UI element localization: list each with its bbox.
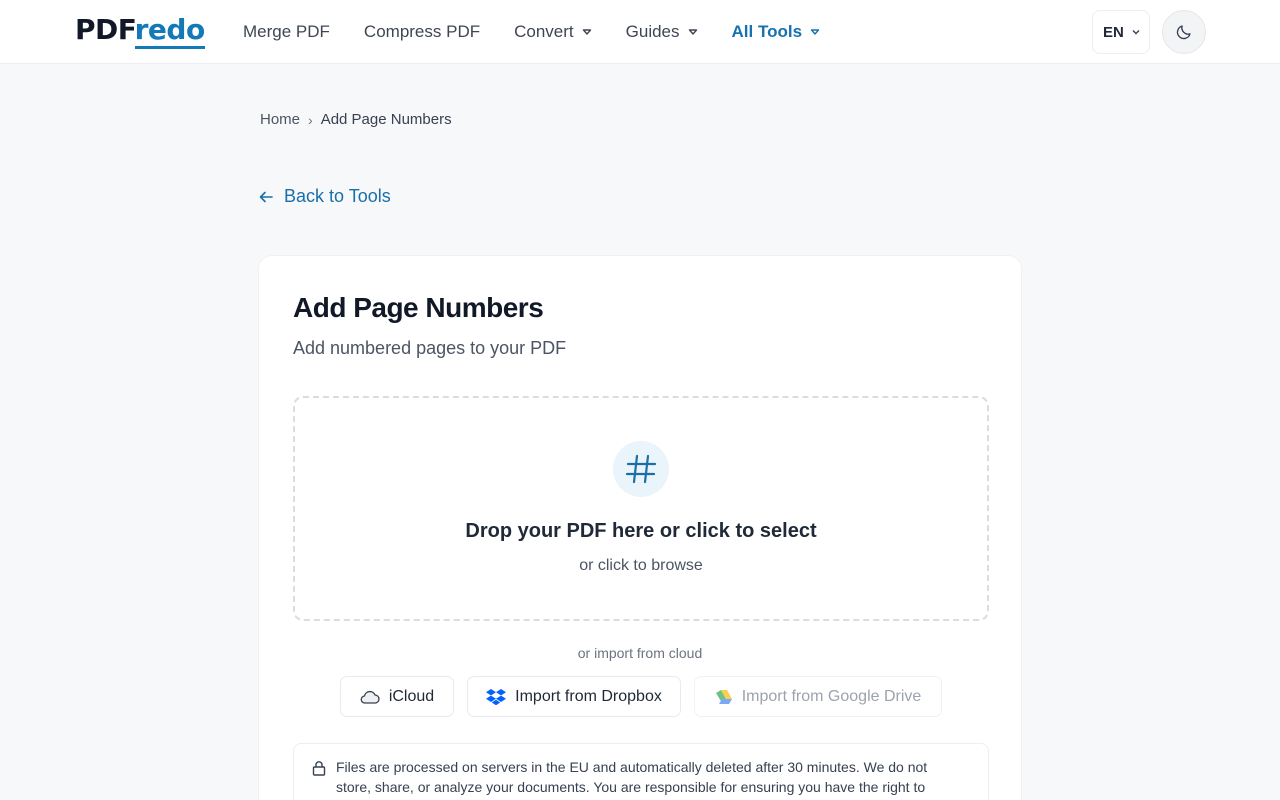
theme-toggle-button[interactable] <box>1162 10 1206 54</box>
moon-icon <box>1176 25 1191 40</box>
nav-guides-label: Guides <box>625 22 680 41</box>
nav-compress-pdf[interactable]: Compress PDF <box>364 22 480 42</box>
cloud-import-label: or import from cloud <box>577 645 703 661</box>
logo-text-pdf: PDF <box>75 13 135 46</box>
logo[interactable]: PDFredo <box>75 12 205 52</box>
language-label: EN <box>1103 23 1124 41</box>
dropzone-title: Drop your PDF here or click to select <box>465 520 817 542</box>
chevron-down-icon <box>1132 30 1140 35</box>
caret-down-icon <box>810 29 820 35</box>
cloud-icon <box>360 690 380 704</box>
dropzone-subtitle: or click to browse <box>579 557 703 574</box>
nav-all-tools-label: All Tools <box>731 22 803 41</box>
back-to-tools-label: Back to Tools <box>284 186 391 206</box>
file-dropzone[interactable]: Drop your PDF here or click to select or… <box>293 396 989 621</box>
dropbox-icon <box>486 688 507 705</box>
breadcrumb-current: Add Page Numbers <box>320 111 452 128</box>
lock-icon <box>312 761 326 776</box>
breadcrumb-home[interactable]: Home <box>260 111 300 128</box>
page-title: Add Page Numbers <box>293 292 544 323</box>
nav-merge-pdf-label: Merge PDF <box>243 22 330 41</box>
hash-icon <box>613 441 669 497</box>
nav-guides-dropdown[interactable]: Guides <box>626 22 698 42</box>
nav-convert-label: Convert <box>514 22 574 41</box>
nav-compress-pdf-label: Compress PDF <box>363 22 481 41</box>
breadcrumb: Home › Add Page Numbers <box>260 111 452 128</box>
tool-card: Add Page Numbers Add numbered pages to y… <box>258 255 1022 800</box>
caret-down-icon <box>582 29 591 35</box>
privacy-notice: Files are processed on servers in the EU… <box>293 743 989 800</box>
top-header: PDFredo Merge PDF Compress PDF Convert G… <box>0 0 1280 64</box>
nav-all-tools-dropdown[interactable]: All Tools <box>732 22 821 42</box>
language-selector[interactable]: EN <box>1092 10 1150 54</box>
privacy-notice-text: Files are processed on servers in the EU… <box>336 759 928 800</box>
arrow-left-icon <box>259 191 273 202</box>
breadcrumb-separator-icon: › <box>308 111 313 128</box>
import-google-drive-button[interactable]: Import from Google Drive <box>694 676 942 717</box>
icloud-button[interactable]: iCloud <box>340 676 454 717</box>
back-to-tools-link[interactable]: Back to Tools <box>258 186 391 207</box>
google-drive-icon <box>715 689 732 704</box>
nav-convert-dropdown[interactable]: Convert <box>514 22 592 42</box>
import-dropbox-button[interactable]: Import from Dropbox <box>467 676 681 717</box>
import-dropbox-label: Import from Dropbox <box>515 687 662 705</box>
import-google-drive-label: Import from Google Drive <box>741 687 922 705</box>
logo-text-redo: redo <box>134 13 205 49</box>
main-nav: Merge PDF Compress PDF Convert Guides Al… <box>243 0 854 64</box>
nav-merge-pdf[interactable]: Merge PDF <box>243 22 330 42</box>
caret-down-icon <box>688 29 697 35</box>
page-subtitle: Add numbered pages to your PDF <box>293 338 567 358</box>
icloud-label: iCloud <box>388 687 435 705</box>
